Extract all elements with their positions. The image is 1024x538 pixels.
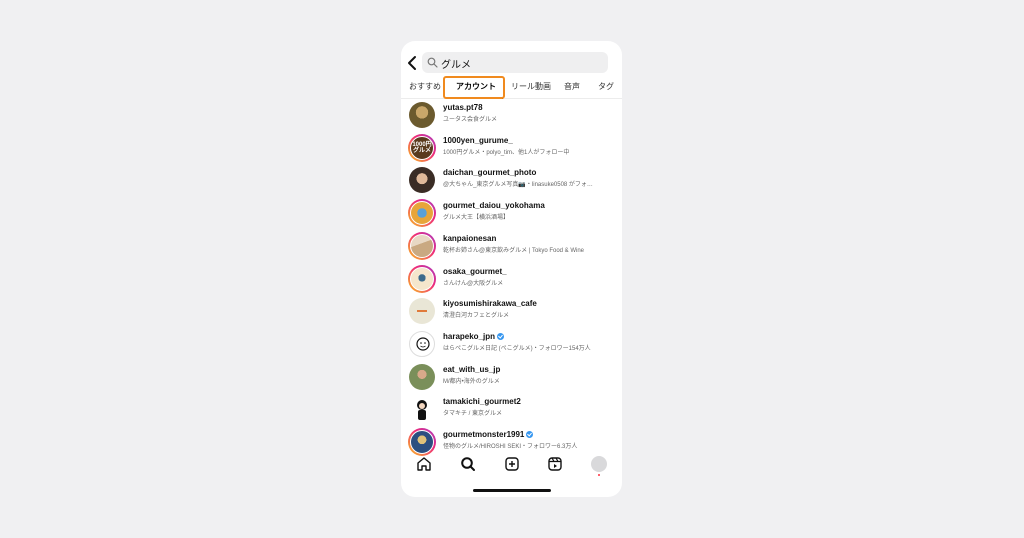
username: 1000yen_gurume_	[443, 135, 513, 145]
tab-tags[interactable]: タグ	[598, 81, 614, 92]
profile-avatar[interactable]	[591, 456, 607, 472]
avatar-image	[410, 233, 434, 258]
avatar-image	[409, 167, 435, 194]
avatar-image	[409, 298, 435, 325]
username: yutas.pt78	[443, 103, 483, 112]
avatar-image	[409, 396, 435, 423]
account-subtitle: @大ちゃん_東京グルメ写真📷・linasuke0508 がフォ…	[443, 182, 593, 189]
account-subtitle: 清澄白河カフェとグルメ	[443, 313, 510, 320]
account-subtitle: M/都内•海外のグルメ	[443, 378, 500, 385]
avatar-text: 1000円 グルメ	[412, 141, 432, 154]
cafe-logo-mark	[417, 310, 427, 313]
username: osaka_gourmet_	[443, 266, 507, 276]
search-bar: グルメ	[401, 52, 622, 74]
tab-audio[interactable]: 音声	[564, 81, 580, 92]
verified-badge-icon	[526, 431, 534, 438]
username: eat_with_us_jp	[443, 364, 501, 374]
username: harapeko_jpn	[443, 332, 505, 341]
bottom-nav	[401, 452, 622, 476]
username: kanpaionesan	[443, 233, 497, 243]
tab-recommended[interactable]: おすすめ	[409, 81, 441, 92]
avatar-image	[410, 266, 434, 291]
verified-badge-icon	[497, 332, 505, 340]
list-item[interactable]: yutas.pt78 ユータス会食グルメ	[401, 101, 622, 131]
list-item[interactable]: kiyosumishirakawa_cafe 清澄白河カフェとグルメ	[401, 297, 622, 327]
phone-screen: グルメ おすすめ アカウント リール動画 音声 タグ yutas.pt78 ユー…	[401, 41, 622, 497]
username: kiyosumishirakawa_cafe	[443, 299, 537, 309]
accounts-tab-highlight	[443, 76, 505, 99]
list-item[interactable]: 1000円 グルメ 1000yen_gurume_ 1000円グルメ・polyo…	[401, 133, 622, 164]
account-subtitle: はらぺこグルメ日記 (ぺこグルメ)・フォロワー154万人	[443, 345, 591, 352]
story-ring	[408, 231, 436, 260]
account-subtitle: さんけん@大阪グルメ	[443, 280, 504, 287]
account-subtitle: 怪物のグルメ/HIROSHI SEKI・フォロワー6.3万人	[443, 444, 578, 450]
avatar	[408, 166, 436, 194]
search-icon[interactable]	[460, 456, 476, 472]
avatar-image	[409, 363, 435, 390]
create-icon[interactable]	[504, 456, 520, 472]
avatar-image: 1000円 グルメ	[410, 135, 434, 160]
avatar-image	[409, 330, 435, 357]
home-icon[interactable]	[416, 456, 432, 472]
story-ring: 1000円 グルメ	[408, 133, 436, 162]
list-item[interactable]: gourmet_daiou_yokohama グルメ大王【横浜酒場】	[401, 199, 622, 229]
list-item[interactable]: tamakichi_gourmet2 タマキチ / 東京グルメ	[401, 395, 622, 425]
search-input[interactable]: グルメ	[422, 52, 608, 73]
avatar-image	[409, 102, 435, 128]
story-ring	[408, 199, 436, 228]
account-subtitle: タマキチ / 東京グルメ	[443, 411, 503, 418]
harapeko-face-icon	[416, 337, 430, 351]
list-item[interactable]: daichan_gourmet_photo @大ちゃん_東京グルメ写真📷・lin…	[401, 166, 622, 196]
username: daichan_gourmet_photo	[443, 168, 537, 178]
search-tabs: おすすめ アカウント リール動画 音声 タグ	[401, 77, 622, 99]
search-query: グルメ	[441, 60, 471, 71]
avatar	[408, 363, 436, 391]
tab-reels[interactable]: リール動画	[511, 81, 551, 92]
avatar	[408, 297, 436, 325]
avatar	[408, 395, 436, 423]
avatar-image	[410, 430, 434, 454]
account-subtitle: ユータス会食グルメ	[443, 117, 498, 123]
username: gourmetmonster1991	[443, 430, 534, 439]
list-item[interactable]: harapeko_jpn はらぺこグルメ日記 (ぺこグルメ)・フォロワー154万…	[401, 330, 622, 360]
account-subtitle: 1000円グルメ・polyo_tim、他1人がフォロー中	[443, 149, 570, 156]
list-item[interactable]: eat_with_us_jp M/都内•海外のグルメ	[401, 363, 622, 393]
story-ring	[408, 264, 436, 293]
account-subtitle: 乾杯お姉さん@東京飲みグルメ | Tokyo Food & Wine	[443, 247, 585, 254]
list-item[interactable]: osaka_gourmet_ さんけん@大阪グルメ	[401, 264, 622, 295]
back-arrow-icon[interactable]	[406, 55, 420, 71]
avatar-image	[410, 201, 434, 226]
avatar	[408, 101, 436, 129]
account-subtitle: グルメ大王【横浜酒場】	[443, 215, 510, 222]
search-icon	[427, 57, 438, 68]
username: gourmet_daiou_yokohama	[443, 201, 545, 211]
reels-icon[interactable]	[547, 456, 563, 472]
avatar	[408, 330, 436, 358]
username: tamakichi_gourmet2	[443, 397, 521, 407]
notification-dot	[598, 474, 600, 476]
character-illustration-icon	[417, 400, 427, 421]
list-item[interactable]: kanpaionesan 乾杯お姉さん@東京飲みグルメ | Tokyo Food…	[401, 231, 622, 262]
home-indicator	[473, 489, 551, 492]
